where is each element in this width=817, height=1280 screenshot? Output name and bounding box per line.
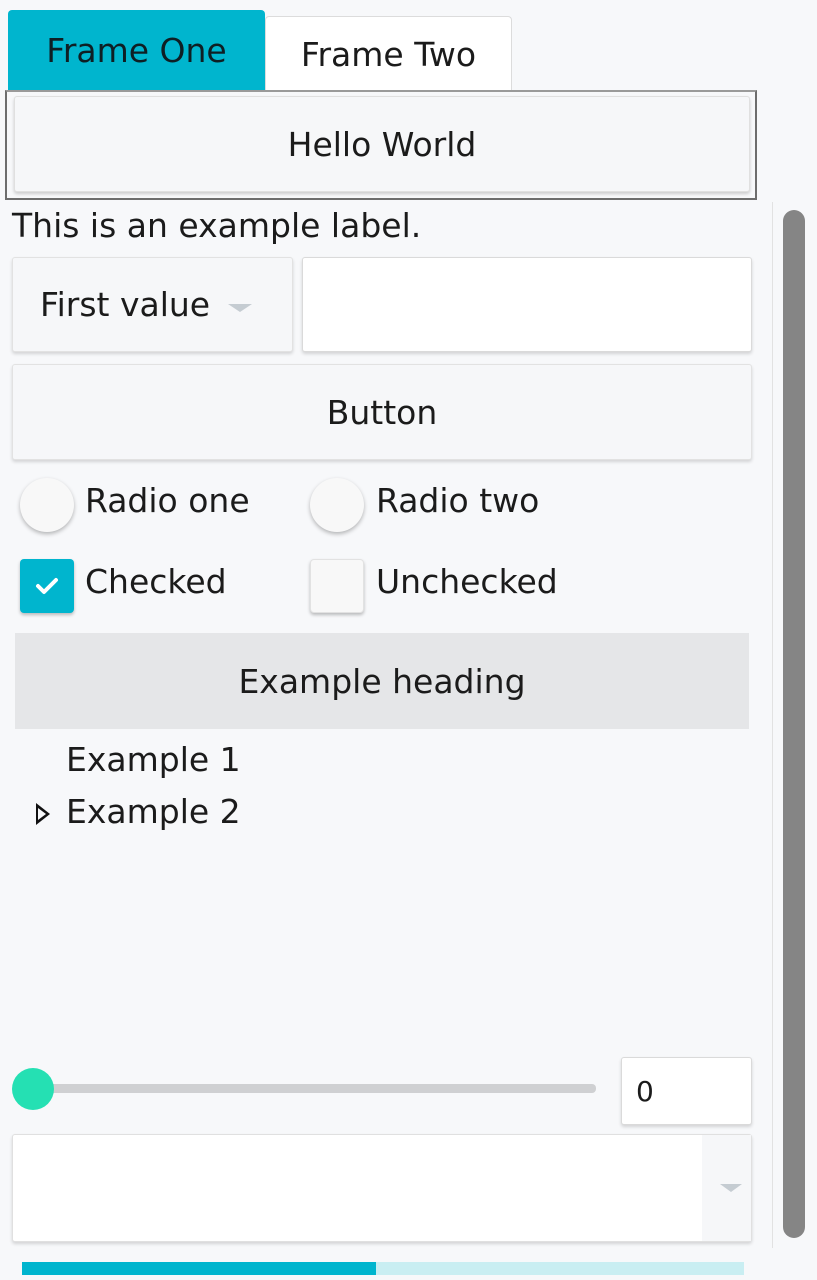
progress-bar-fill bbox=[22, 1262, 376, 1275]
tab-frame-one-label: Frame One bbox=[46, 30, 227, 70]
example-button-label: Button bbox=[326, 392, 438, 432]
radio-two[interactable] bbox=[310, 478, 364, 532]
tree-item-example-2[interactable]: Example 2 bbox=[66, 789, 241, 835]
tab-frame-one[interactable]: Frame One bbox=[8, 10, 265, 90]
radio-two-label[interactable]: Radio two bbox=[376, 478, 539, 524]
radio-two-circle[interactable] bbox=[310, 478, 364, 532]
unchecked-checkbox-label[interactable]: Unchecked bbox=[376, 559, 558, 605]
example-heading: Example heading bbox=[15, 633, 749, 729]
tree-item-example-1[interactable]: Example 1 bbox=[66, 737, 241, 783]
spinbox-value: 0 bbox=[636, 1074, 654, 1108]
example-heading-label: Example heading bbox=[238, 661, 526, 701]
unchecked-checkbox[interactable] bbox=[310, 559, 364, 613]
vertical-scrollbar-track bbox=[772, 202, 773, 1248]
checked-checkbox-label[interactable]: Checked bbox=[85, 559, 227, 605]
value-combobox[interactable]: First value bbox=[12, 257, 293, 352]
vertical-scrollbar-thumb[interactable] bbox=[783, 210, 805, 1238]
radio-one-label[interactable]: Radio one bbox=[85, 478, 250, 524]
radio-one[interactable] bbox=[20, 478, 74, 532]
checked-checkbox[interactable] bbox=[20, 559, 74, 613]
example-label: This is an example label. bbox=[12, 206, 422, 245]
hello-world-button[interactable]: Hello World bbox=[14, 96, 750, 192]
number-spinbox[interactable]: 0 bbox=[621, 1057, 752, 1125]
chevron-down-icon bbox=[720, 1184, 742, 1192]
secondary-combobox[interactable] bbox=[12, 1134, 752, 1242]
hello-world-button-label: Hello World bbox=[287, 124, 477, 164]
example-button[interactable]: Button bbox=[12, 364, 752, 460]
radio-one-circle[interactable] bbox=[20, 478, 74, 532]
slider-thumb[interactable] bbox=[12, 1068, 54, 1110]
tab-frame-two-label: Frame Two bbox=[300, 35, 477, 74]
text-entry[interactable] bbox=[302, 257, 752, 352]
combobox-selected-value: First value bbox=[40, 285, 211, 324]
triangle-right-icon-inner bbox=[38, 808, 46, 820]
checkmark-icon bbox=[36, 578, 58, 594]
slider-track[interactable] bbox=[30, 1084, 596, 1093]
chevron-down-icon bbox=[228, 303, 253, 312]
tab-frame-two[interactable]: Frame Two bbox=[265, 16, 512, 92]
